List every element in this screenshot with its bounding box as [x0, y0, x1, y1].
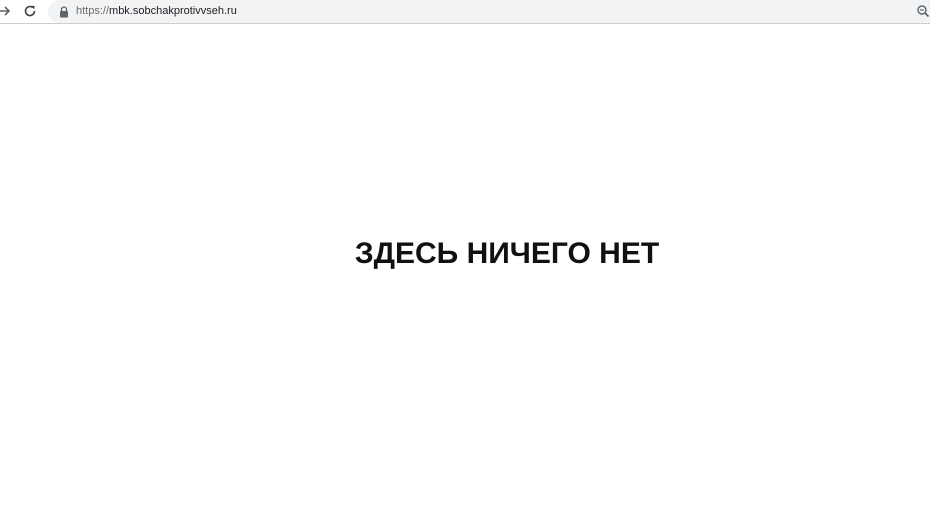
lock-icon[interactable]	[58, 5, 70, 18]
page-content: ЗДЕСЬ НИЧЕГО НЕТ	[0, 25, 930, 516]
page-title: ЗДЕСЬ НИЧЕГО НЕТ	[354, 237, 660, 270]
url-text[interactable]: https://mbk.sobchakprotivvseh.ru	[76, 4, 237, 18]
message-container: ЗДЕСЬ НИЧЕГО НЕТ	[0, 25, 930, 516]
magnifier-icon[interactable]	[916, 4, 930, 18]
forward-button[interactable]	[0, 2, 14, 20]
browser-toolbar: https://mbk.sobchakprotivvseh.ru	[0, 0, 930, 24]
address-bar[interactable]: https://mbk.sobchakprotivvseh.ru	[48, 0, 930, 23]
reload-icon	[24, 5, 36, 17]
reload-button[interactable]	[21, 2, 39, 20]
url-host: mbk.sobchakprotivvseh.ru	[109, 5, 237, 17]
url-scheme: https://	[76, 5, 110, 17]
arrow-right-icon	[0, 6, 11, 16]
